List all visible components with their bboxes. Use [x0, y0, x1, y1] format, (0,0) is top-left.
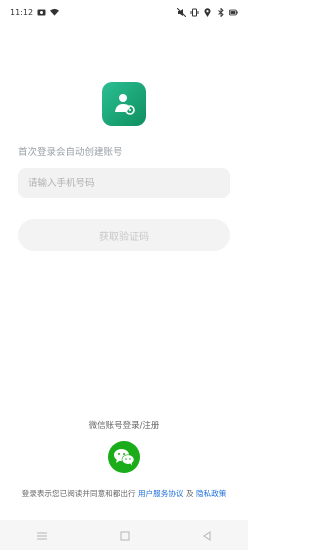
home-icon[interactable] [120, 526, 130, 545]
status-left: 11:12 [10, 7, 60, 17]
driver-profile-icon [115, 94, 135, 115]
agreement-text: 登录表示您已阅读并同意和都出行 用户服务协议 及 隐私政策 [0, 488, 248, 499]
battery-icon [229, 8, 238, 17]
vibrate-icon [190, 8, 199, 17]
agreement-prefix: 登录表示您已阅读并同意和都出行 [21, 489, 136, 498]
status-right [177, 7, 238, 17]
agreement-and: 及 [185, 489, 194, 498]
mute-icon [177, 7, 186, 17]
bluetooth-icon [216, 7, 225, 17]
app-logo [102, 82, 146, 126]
wechat-icon [114, 449, 135, 466]
privacy-policy-link[interactable]: 隐私政策 [196, 489, 226, 498]
status-bar: 11:12 [0, 0, 248, 24]
first-login-hint: 首次登录会自动创建账号 [18, 147, 123, 158]
phone-number-input[interactable] [18, 168, 230, 198]
menu-icon[interactable] [36, 526, 48, 545]
back-icon[interactable] [202, 526, 212, 545]
system-nav-bar [0, 520, 248, 550]
wechat-login-button[interactable] [108, 441, 140, 473]
user-agreement-link[interactable]: 用户服务协议 [138, 489, 184, 498]
wechat-login-label: 微信账号登录/注册 [88, 421, 160, 431]
location-icon [203, 7, 212, 17]
wifi-icon [50, 8, 60, 17]
get-verification-code-button[interactable]: 获取验证码 [18, 219, 230, 251]
time: 11:12 [10, 7, 34, 17]
camera-icon [37, 8, 46, 17]
